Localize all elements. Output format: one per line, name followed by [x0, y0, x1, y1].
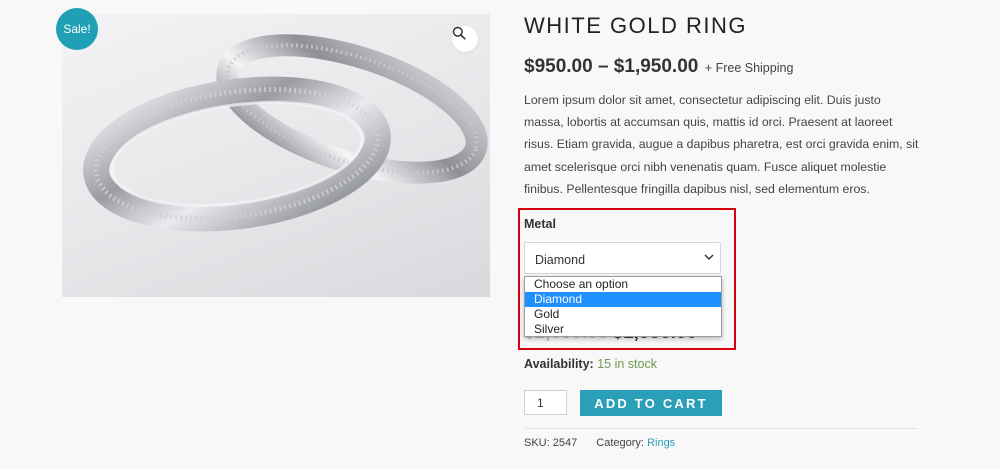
option-silver[interactable]: Silver — [525, 322, 721, 337]
option-gold[interactable]: Gold — [525, 307, 721, 322]
search-icon — [452, 26, 466, 40]
product-description: Lorem ipsum dolor sit amet, consectetur … — [524, 93, 919, 196]
option-diamond[interactable]: Diamond — [525, 292, 721, 307]
product-meta: SKU: 2547 Category: Rings — [524, 437, 675, 449]
category-link[interactable]: Rings — [647, 437, 675, 449]
sku-label: SKU: — [524, 437, 550, 449]
sale-badge: Sale! — [56, 8, 98, 50]
shipping-note: + Free Shipping — [704, 61, 794, 75]
product-title: WHITE GOLD RING — [524, 13, 747, 38]
price: $950.00 – $1,950.00 + Free Shipping — [524, 56, 793, 78]
product-page: Sale! WHITE GOLD RING $950.00 – $1,950.0… — [0, 0, 1000, 469]
category-label: Category: — [596, 437, 644, 449]
availability: Availability: 15 in stock — [524, 357, 657, 371]
sku-value: 2547 — [552, 437, 578, 449]
add-to-cart-button[interactable]: ADD TO CART — [580, 390, 722, 416]
product-image[interactable] — [62, 14, 490, 297]
availability-label: Availability: — [524, 357, 594, 371]
divider — [524, 428, 917, 429]
option-choose[interactable]: Choose an option — [525, 277, 721, 292]
price-range: $950.00 – $1,950.00 — [524, 56, 699, 77]
stock-status: 15 in stock — [597, 357, 657, 371]
metal-options-list[interactable]: Choose an option Diamond Gold Silver — [524, 276, 722, 337]
quantity-input[interactable]: 1 — [524, 390, 567, 415]
rings-image — [83, 34, 488, 232]
zoom-button[interactable] — [452, 26, 478, 52]
